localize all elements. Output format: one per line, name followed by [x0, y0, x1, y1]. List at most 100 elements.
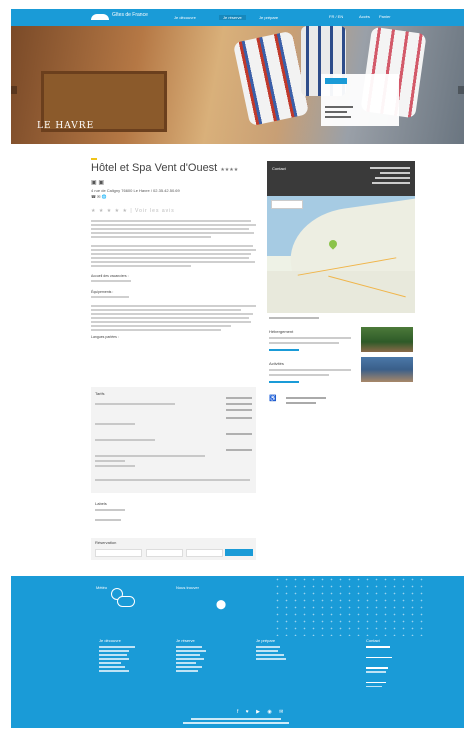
labels-text	[95, 509, 125, 511]
hero-panel-text	[325, 116, 351, 118]
promo-title: Activités	[269, 361, 284, 366]
footer-col-title: Contact	[366, 638, 380, 643]
promo-image[interactable]	[361, 327, 413, 352]
nav-book[interactable]: Je réserve	[219, 15, 246, 20]
page: Gîtes de France Je découvre Je réserve J…	[11, 9, 464, 728]
hero-search-panel	[321, 74, 399, 126]
facilities-text	[91, 296, 256, 300]
promo-image[interactable]	[361, 357, 413, 382]
footer-col-book: Je réserve	[176, 638, 206, 674]
labels-title: Labels	[95, 501, 107, 506]
booking-title: Réservation	[95, 540, 117, 545]
footer-col-title: Je découvre	[99, 638, 121, 643]
hero-prev-arrow[interactable]	[11, 86, 17, 94]
location-map[interactable]	[267, 196, 415, 313]
logo-mark-icon	[91, 14, 109, 20]
description-paragraph	[91, 245, 256, 269]
promo-title: Hébergement	[269, 329, 294, 334]
facilities-label: Équipements :	[91, 290, 114, 294]
tarif-note	[95, 479, 250, 481]
map-type-toggle[interactable]	[271, 200, 303, 209]
tarif-price	[226, 397, 252, 399]
hero-next-arrow[interactable]	[458, 86, 464, 94]
languages-label: Langues parlées :	[91, 335, 119, 339]
footer-col-prepare: Je prépare	[256, 638, 286, 662]
contact-label: Contact	[272, 166, 286, 171]
contact-email[interactable]	[375, 177, 410, 179]
category-badge	[91, 158, 97, 160]
arrival-date-input[interactable]	[95, 549, 142, 557]
legal-text	[183, 722, 289, 724]
check-availability-button[interactable]	[225, 549, 253, 556]
tarif-label	[95, 460, 125, 462]
hero-panel-text	[325, 106, 353, 108]
services-paragraph	[91, 305, 256, 333]
logo-text: Gîtes de France	[112, 12, 148, 18]
tarif-label	[95, 403, 175, 405]
tarifs-panel: Tarifs	[91, 387, 256, 493]
listing-stars: ★★★★	[220, 167, 239, 173]
hero-pillow	[232, 30, 310, 127]
accessibility-text	[286, 402, 316, 404]
promo-text	[269, 369, 351, 371]
hero-banner: LE HAVRE	[11, 26, 464, 144]
arrival-label: Accueil des vacanciers :	[91, 274, 129, 278]
social-links[interactable]: f ♥ ▶ ◉ ✉	[237, 709, 286, 715]
cart-link[interactable]: Panier	[379, 14, 391, 19]
rating[interactable]: ★ ★ ★ ★ ★ | Voir les avis	[91, 208, 175, 214]
hero-search-button[interactable]	[325, 78, 347, 84]
tarifs-title: Tarifs	[95, 391, 105, 396]
language-switch[interactable]: FR / EN	[329, 14, 343, 19]
guests-select[interactable]	[186, 549, 223, 557]
tarif-price	[226, 409, 252, 411]
tarif-label	[95, 455, 205, 457]
listing-title: Hôtel et Spa Vent d'Ouest ★★★★	[91, 162, 238, 174]
promo-text	[269, 374, 329, 376]
legal-text	[191, 718, 281, 720]
top-navigation: Gîtes de France Je découvre Je réserve J…	[11, 9, 464, 26]
booking-panel: Réservation	[91, 538, 256, 560]
listing-address: 4 rue de Caligny 76600 Le Havre / 02.35.…	[91, 188, 180, 193]
arrival-text	[91, 280, 256, 284]
footer-col-discover: Je découvre	[99, 638, 135, 674]
tarif-label	[95, 439, 155, 441]
tarif-label	[95, 423, 135, 425]
description-paragraph	[91, 220, 256, 240]
nav-prepare[interactable]: Je prépare	[259, 15, 278, 20]
contact-line	[380, 172, 410, 174]
tarif-label	[95, 465, 135, 467]
footer-col-title: Je prépare	[256, 638, 276, 643]
listing-name: Hôtel et Spa Vent d'Ouest	[91, 162, 218, 174]
map-marker-icon[interactable]: ⬤	[216, 599, 226, 610]
accessibility-link[interactable]: Accès	[359, 14, 370, 19]
promo-text	[269, 342, 339, 344]
contact-website[interactable]	[372, 182, 410, 184]
tarif-price	[226, 417, 252, 419]
tarif-price	[226, 403, 252, 405]
find-us-title: Nous trouver	[176, 585, 199, 590]
promo-link[interactable]	[269, 349, 299, 351]
accessibility-text	[286, 397, 326, 399]
footer-col-title: Je réserve	[176, 638, 195, 643]
footer-col-contact: Contact	[366, 638, 392, 690]
nights-select[interactable]	[146, 549, 183, 557]
label-icons: ▣ ▣	[91, 180, 105, 186]
weather-icon	[111, 588, 135, 610]
site-logo[interactable]: Gîtes de France	[91, 12, 151, 22]
promo-text	[269, 337, 351, 339]
contact-box: Contact	[267, 161, 415, 196]
footer-map-dots	[273, 576, 423, 636]
tarif-price	[226, 433, 252, 435]
hero-title: LE HAVRE	[37, 121, 95, 131]
wheelchair-icon: ♿	[269, 396, 277, 402]
tarif-price	[226, 449, 252, 451]
labels-text	[95, 519, 121, 521]
footer: Météo Nous trouver ⬤ Je découvre Je rése…	[11, 576, 464, 728]
weather-title: Météo	[96, 585, 108, 590]
contact-line	[370, 167, 410, 169]
promo-link[interactable]	[269, 381, 299, 383]
hero-panel-text	[325, 111, 347, 113]
contact-icons[interactable]: ☎ ✉ 🌐	[91, 194, 107, 199]
nav-discover[interactable]: Je découvre	[174, 15, 196, 20]
map-enlarge-link[interactable]	[269, 317, 319, 319]
